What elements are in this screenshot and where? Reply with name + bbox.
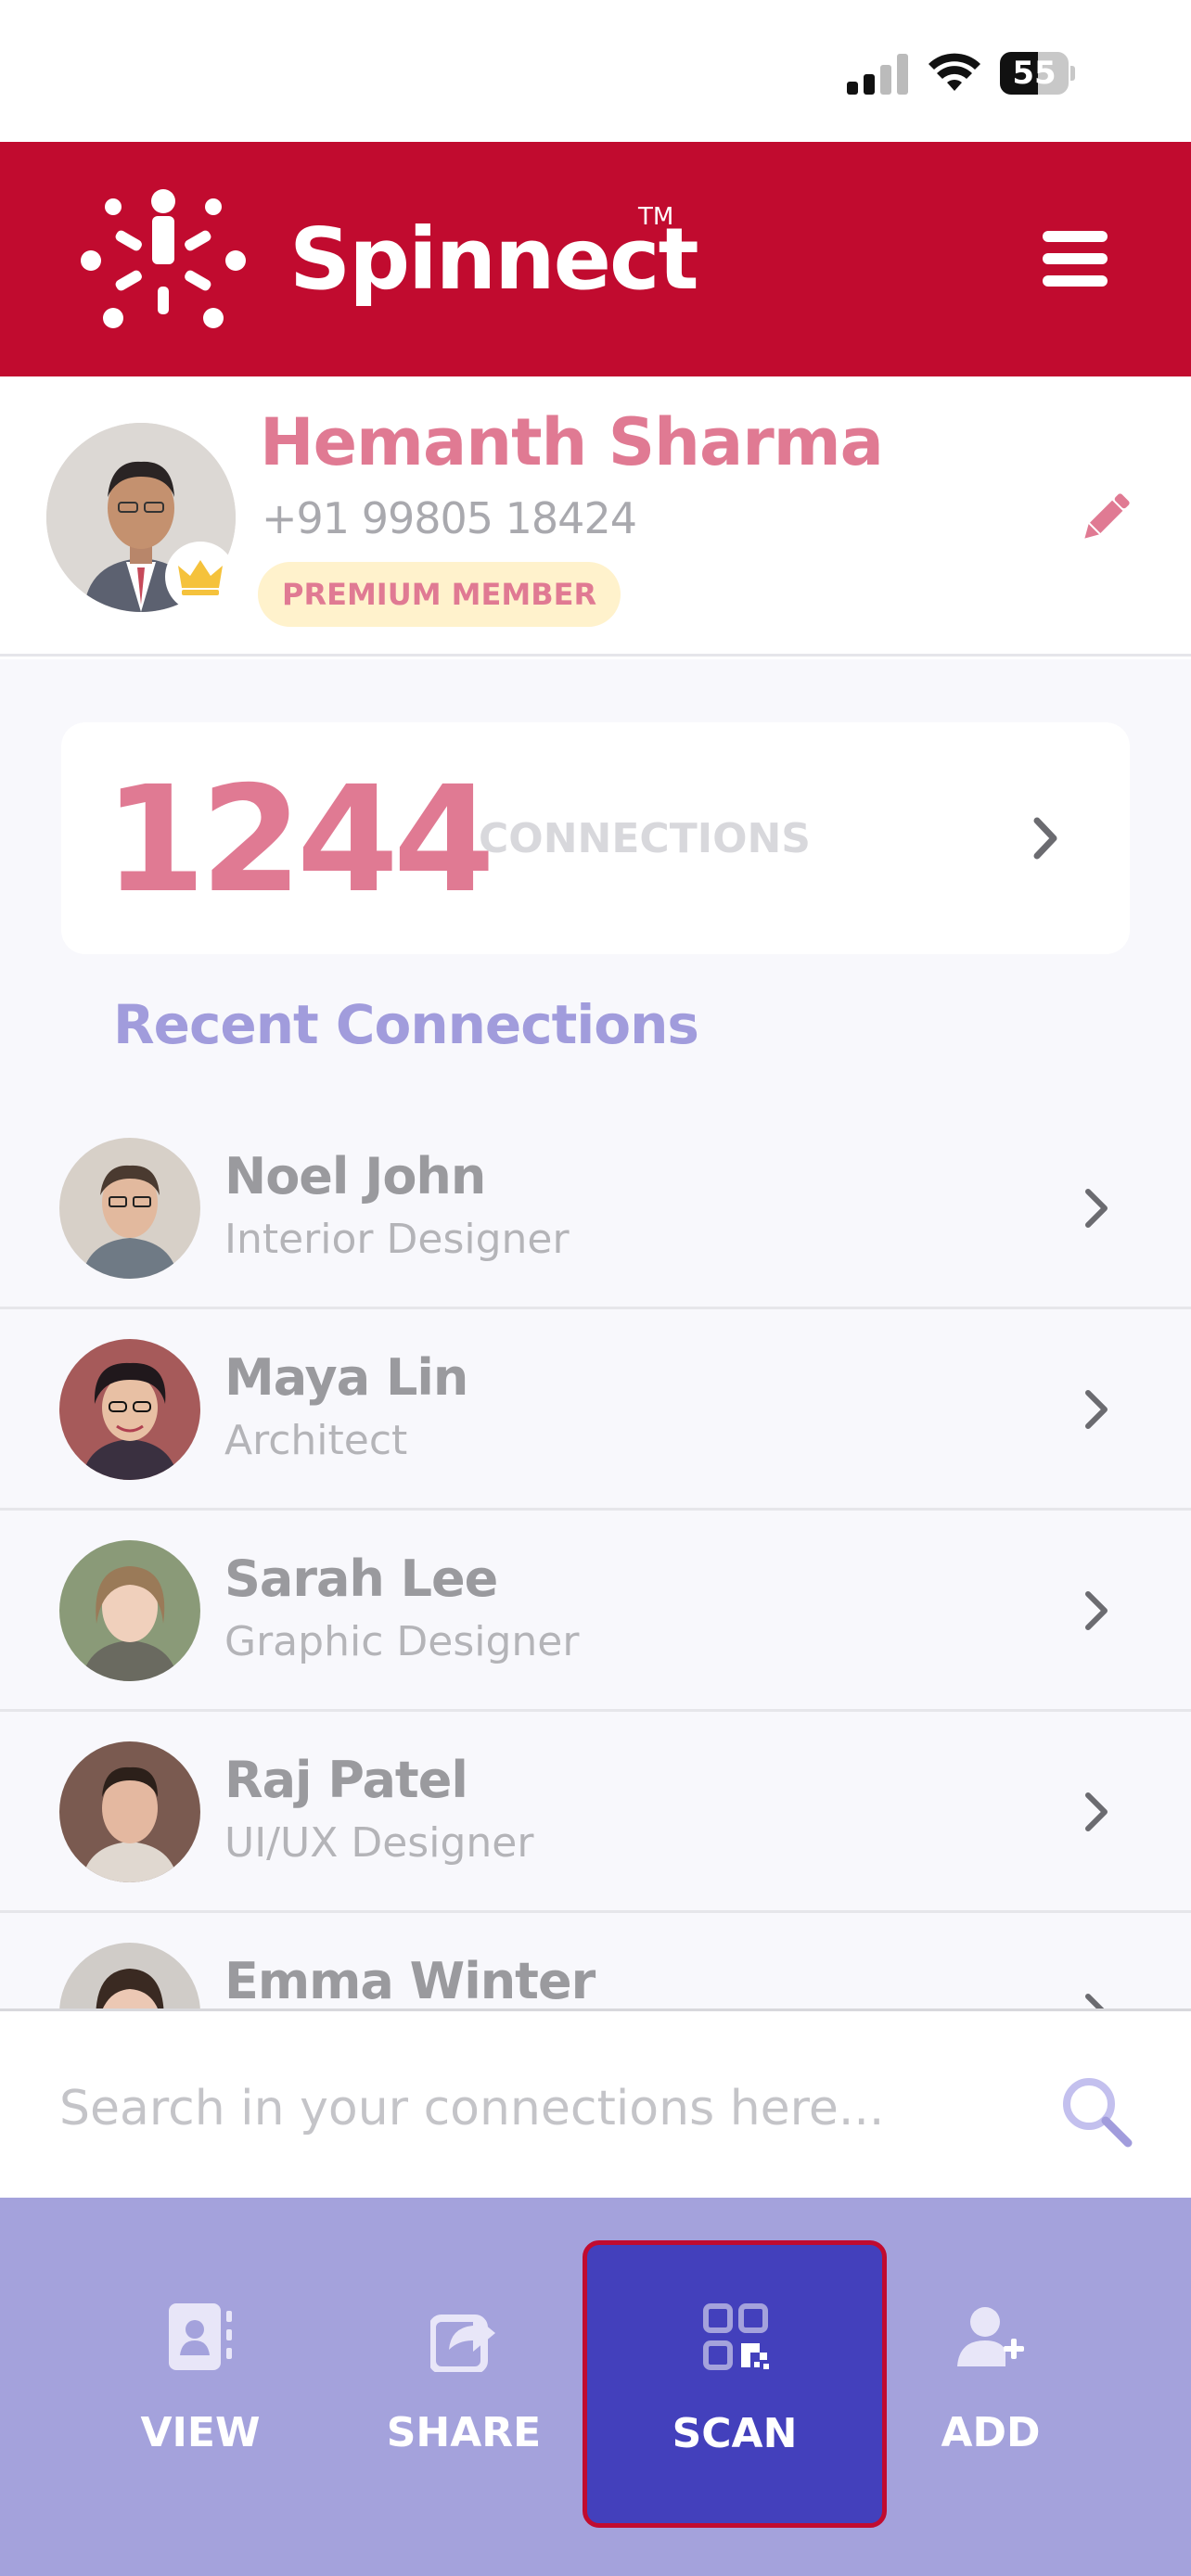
brand-name: Spinnect xyxy=(289,210,699,309)
connection-role: Architect xyxy=(224,1417,408,1464)
cellular-signal-icon xyxy=(847,54,910,95)
connection-avatar xyxy=(59,1943,200,2011)
connection-role: UI/UX Designer xyxy=(224,1819,534,1867)
connection-row[interactable]: Maya Lin Architect xyxy=(0,1309,1191,1511)
search-icon[interactable] xyxy=(1057,2072,1135,2150)
app-header: Spinnect TM xyxy=(0,142,1191,376)
trademark-symbol: TM xyxy=(638,203,674,231)
add-user-icon xyxy=(957,2307,1024,2366)
nav-view-button[interactable]: VIEW xyxy=(70,2198,330,2576)
chevron-right-icon xyxy=(1085,1189,1108,1228)
connections-card[interactable]: 1244 CONNECTIONS xyxy=(61,722,1130,954)
recent-connections-list: Noel John Interior Designer Maya Lin Arc… xyxy=(0,1108,1191,2011)
recent-connections-title: Recent Connections xyxy=(113,993,699,1056)
premium-crown-badge xyxy=(165,542,236,612)
connection-row[interactable]: Noel John Interior Designer xyxy=(0,1108,1191,1309)
nav-add-button[interactable]: ADD xyxy=(861,2198,1121,2576)
profile-phone: +91 99805 18424 xyxy=(262,493,637,543)
battery-percent: 55 xyxy=(1012,55,1057,92)
profile-name: Hemanth Sharma xyxy=(260,404,884,480)
nav-scan-label: SCAN xyxy=(672,2410,798,2457)
connections-count: 1244 xyxy=(104,755,495,925)
search-bar xyxy=(0,2009,1191,2198)
connections-label: CONNECTIONS xyxy=(479,815,811,862)
connection-role: Graphic Designer xyxy=(224,1618,580,1665)
nav-scan-button[interactable]: SCAN xyxy=(583,2240,887,2528)
edit-pencil-icon[interactable] xyxy=(1076,488,1135,547)
nav-share-label: SHARE xyxy=(386,2409,542,2456)
status-bar: 55 xyxy=(0,0,1191,142)
hamburger-menu-icon[interactable] xyxy=(1043,231,1108,287)
connection-name: Emma Winter xyxy=(224,1952,596,2010)
search-input[interactable] xyxy=(59,2067,1024,2150)
connection-avatar xyxy=(59,1339,200,1480)
main-content: 1244 CONNECTIONS Recent Connections Noel… xyxy=(0,659,1191,2011)
battery-icon: 55 xyxy=(1000,52,1075,95)
chevron-right-icon xyxy=(1033,817,1057,860)
chevron-right-icon xyxy=(1085,1390,1108,1429)
contact-card-icon xyxy=(169,2303,232,2370)
connection-name: Maya Lin xyxy=(224,1348,468,1407)
connection-avatar xyxy=(59,1540,200,1681)
connection-avatar xyxy=(59,1741,200,1882)
crown-icon xyxy=(178,560,223,595)
profile-section: Hemanth Sharma +91 99805 18424 PREMIUM M… xyxy=(0,376,1191,657)
spinnect-logo-icon xyxy=(81,189,246,328)
qr-code-icon xyxy=(703,2303,769,2370)
connection-name: Raj Patel xyxy=(224,1751,468,1809)
wifi-icon xyxy=(928,53,980,91)
bottom-navigation: VIEW SHARE SCAN ADD xyxy=(0,2198,1191,2576)
connection-role: Interior Designer xyxy=(224,1216,570,1263)
connection-name: Sarah Lee xyxy=(224,1549,498,1608)
nav-view-label: VIEW xyxy=(140,2409,261,2456)
premium-member-badge: PREMIUM MEMBER xyxy=(258,562,621,627)
connection-row[interactable]: Sarah Lee Graphic Designer xyxy=(0,1511,1191,1712)
connection-row[interactable]: Emma Winter xyxy=(0,1913,1191,2011)
nav-add-label: ADD xyxy=(941,2409,1041,2456)
chevron-right-icon xyxy=(1085,1792,1108,1831)
chevron-right-icon xyxy=(1085,1591,1108,1630)
nav-share-button[interactable]: SHARE xyxy=(334,2198,594,2576)
connection-row[interactable]: Raj Patel UI/UX Designer xyxy=(0,1712,1191,1913)
share-icon xyxy=(430,2315,495,2372)
connection-name: Noel John xyxy=(224,1147,486,1205)
connection-avatar xyxy=(59,1138,200,1279)
